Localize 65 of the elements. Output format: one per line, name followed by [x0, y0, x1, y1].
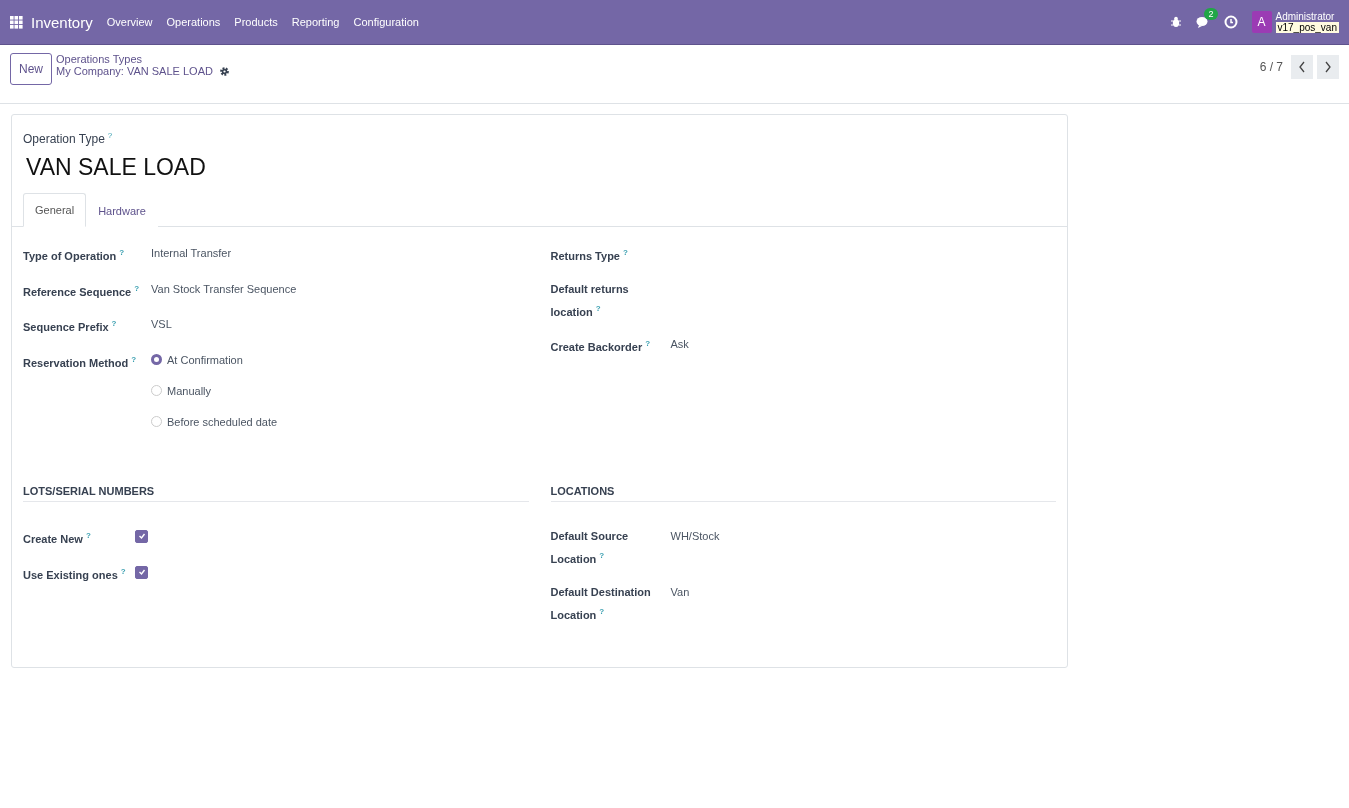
field-label: Returns Type $^{?}$ [550, 247, 629, 264]
field-label: Reservation Method $^{?}$ [23, 353, 138, 371]
clock-icon[interactable] [1223, 15, 1238, 29]
menu-item[interactable]: Configuration [353, 16, 419, 28]
app-name[interactable]: Inventory [31, 13, 93, 31]
field-value: Van Stock Transfer Sequence [151, 281, 298, 297]
new-button[interactable]: New [10, 53, 52, 85]
notification-count: 2 [1204, 7, 1218, 20]
record-title[interactable]: VAN SALE LOAD [26, 154, 1056, 181]
user-avatar[interactable]: A [1251, 11, 1272, 33]
help-mark[interactable]: ? [107, 131, 113, 140]
field-label: Type of Operation $^{?}$ [23, 247, 126, 264]
field-value: VSL [151, 317, 173, 333]
help-mark[interactable]: ? [119, 248, 125, 257]
help-mark[interactable]: ? [645, 339, 651, 349]
field-label: Create Backorder $^{?}$ [550, 338, 652, 355]
help-mark[interactable]: ? [120, 566, 126, 576]
record-name: My Company: VAN SALE LOAD [56, 65, 213, 77]
check-icon [137, 532, 146, 541]
help-mark[interactable]: ? [131, 354, 137, 364]
section-title: LOTS/SERIAL NUMBERS [23, 484, 529, 502]
next-button[interactable] [1317, 55, 1339, 79]
radio-label[interactable]: Manually [167, 380, 212, 401]
field-value: WH/Stock [670, 528, 721, 544]
tab[interactable]: General [23, 193, 87, 227]
field-value: Van [670, 584, 691, 600]
field-value: Internal Transfer [151, 246, 233, 261]
title-label: Operation Type $^{?}$ [23, 131, 114, 146]
pager-counter: 6 / 7 [1259, 60, 1283, 74]
check-icon [137, 568, 146, 577]
menu-item[interactable]: Operations [166, 16, 221, 28]
chat-icon[interactable] [1195, 15, 1210, 29]
menu-item[interactable]: Reporting [291, 16, 340, 28]
help-mark[interactable]: ? [595, 303, 601, 313]
checkbox[interactable] [135, 529, 148, 543]
help-mark[interactable]: ? [599, 606, 605, 616]
apps-grid-icon[interactable] [10, 15, 23, 29]
field-label: Create New $^{?}$ [23, 529, 92, 547]
field-value: Ask [670, 337, 690, 353]
user-name[interactable]: Administrator [1275, 11, 1339, 22]
help-mark[interactable]: ? [134, 283, 140, 293]
menu-item[interactable]: Products [234, 16, 278, 28]
radio-button[interactable] [151, 354, 162, 366]
field-label: Default returns location $^{?}$ [550, 281, 630, 320]
radio-label[interactable]: At Confirmation [167, 349, 243, 370]
help-mark[interactable]: ? [599, 550, 605, 560]
field-label: Default Destination Location $^{?}$ [550, 584, 652, 623]
breadcrumb-link[interactable]: Operations Types [56, 53, 230, 65]
chevron-right-icon [1324, 61, 1332, 73]
field-label: Sequence Prefix $^{?}$ [23, 318, 118, 335]
bug-icon[interactable] [1169, 16, 1182, 28]
field-label: Default Source Location $^{?}$ [550, 528, 630, 567]
settings-icon[interactable] [218, 65, 230, 77]
field-label: Use Existing ones $^{?}$ [23, 565, 127, 583]
menu-item[interactable]: Overview [106, 16, 153, 28]
help-mark[interactable]: ? [85, 530, 91, 540]
radio-label[interactable]: Before scheduled date [167, 411, 278, 432]
chevron-left-icon [1298, 61, 1306, 73]
field-label: Reference Sequence $^{?}$ [23, 282, 141, 300]
checkbox[interactable] [135, 565, 148, 579]
section-title: LOCATIONS [550, 484, 1056, 502]
previous-button[interactable] [1291, 55, 1313, 79]
help-mark[interactable]: ? [623, 248, 628, 257]
help-mark[interactable]: ? [111, 319, 117, 329]
database-name: v17_pos_van [1275, 22, 1339, 33]
